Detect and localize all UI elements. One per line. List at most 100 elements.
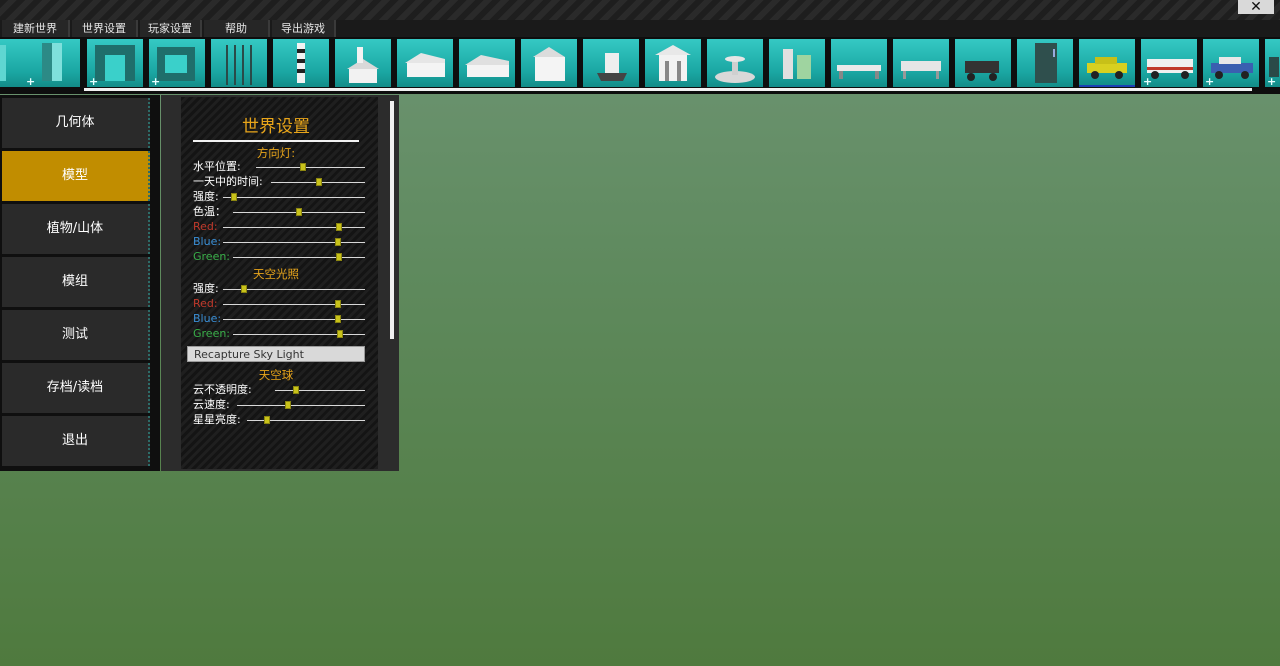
model-thumbnail[interactable] <box>397 39 453 87</box>
sl-red-slider-handle[interactable] <box>335 300 342 308</box>
category-exit[interactable]: 退出 <box>2 416 150 466</box>
model-thumbnail[interactable] <box>459 39 515 87</box>
category-plants-terrain[interactable]: 植物/山体 <box>2 204 150 254</box>
add-plus-icon: + <box>89 75 99 87</box>
category-test[interactable]: 测试 <box>2 310 150 360</box>
model-thumbnail[interactable]: + <box>1265 39 1280 87</box>
dl-horizontal-position-label: 水平位置: <box>193 160 241 173</box>
ss-cloud-opacity-label: 云不透明度: <box>193 383 252 396</box>
sl-blue-slider[interactable] <box>223 319 365 320</box>
model-thumbnail[interactable]: + <box>0 39 26 87</box>
menu-player-settings[interactable]: 玩家设置 <box>140 20 202 37</box>
model-thumbnail[interactable] <box>769 39 825 87</box>
ss-cloud-speed-slider[interactable] <box>237 405 365 406</box>
sl-green-label: Green: <box>193 327 231 340</box>
dl-time-of-day-slider-handle[interactable] <box>315 178 322 186</box>
dl-blue-slider[interactable] <box>223 242 365 243</box>
category-save-load[interactable]: 存档/读档 <box>2 363 150 413</box>
model-thumbnail[interactable] <box>893 39 949 87</box>
model-thumbnail[interactable] <box>831 39 887 87</box>
dl-horizontal-position-slider-handle[interactable] <box>299 163 306 171</box>
sl-intensity-slider-handle[interactable] <box>241 285 248 293</box>
menu-new-world[interactable]: 建新世界 <box>2 20 70 37</box>
model-thumbnail[interactable] <box>335 39 391 87</box>
model-thumbnail[interactable] <box>645 39 701 87</box>
house-icon <box>405 53 445 77</box>
sl-intensity-label: 强度: <box>193 282 219 295</box>
dl-green-slider[interactable] <box>233 257 365 258</box>
model-thumbnail[interactable] <box>707 39 763 87</box>
ss-star-brightness-slider-handle[interactable] <box>264 416 271 424</box>
menu-export-game[interactable]: 导出游戏 <box>272 20 336 37</box>
lighthouse-icon <box>297 43 305 83</box>
sl-green-slider[interactable] <box>233 334 365 335</box>
menu-world-settings[interactable]: 世界设置 <box>72 20 138 37</box>
dl-red-label: Red: <box>193 220 218 233</box>
settings-content: 世界设置 方向灯: 天空光照 Recapture Sky Light 天空球 水… <box>181 97 394 469</box>
model-thumbnail[interactable]: + <box>24 39 80 87</box>
sky-light-heading: 天空光照 <box>253 267 299 281</box>
ship-icon <box>597 53 627 81</box>
gazebo-icon <box>655 45 691 81</box>
ss-cloud-speed-slider-handle[interactable] <box>285 401 292 409</box>
dl-blue-slider-handle[interactable] <box>335 238 342 246</box>
menu-bar: 建新世界 世界设置 玩家设置 帮助 导出游戏 <box>0 20 1280 37</box>
model-thumbnail[interactable]: + <box>1203 39 1259 87</box>
fridge-icon <box>1035 43 1057 83</box>
sl-blue-label: Blue: <box>193 312 222 325</box>
dl-red-slider[interactable] <box>223 227 365 228</box>
ss-star-brightness-label: 星星亮度: <box>193 413 241 426</box>
cart-icon <box>965 61 999 81</box>
add-plus-icon: + <box>151 75 161 87</box>
sl-red-slider[interactable] <box>223 304 365 305</box>
shelf-icon <box>783 49 811 79</box>
model-thumbnail[interactable] <box>521 39 577 87</box>
ranch-house-icon <box>465 55 509 77</box>
directional-light-heading: 方向灯: <box>256 146 296 160</box>
panel-title: 世界设置 <box>242 117 310 137</box>
model-thumbnail[interactable] <box>1017 39 1073 87</box>
dl-green-label: Green: <box>193 250 231 263</box>
model-thumbnail[interactable] <box>273 39 329 87</box>
sl-blue-slider-handle[interactable] <box>335 315 342 323</box>
add-plus-icon: + <box>1205 75 1215 87</box>
strip-scrollbar[interactable] <box>84 88 1252 91</box>
ss-cloud-speed-label: 云速度: <box>193 398 230 411</box>
model-thumbnail[interactable] <box>583 39 639 87</box>
dl-color-temperature-slider-handle[interactable] <box>296 208 302 216</box>
bench-icon <box>837 65 881 79</box>
title-divider <box>193 140 359 142</box>
dl-time-of-day-label: 一天中的时间: <box>193 175 263 188</box>
model-thumbnail[interactable]: + <box>1141 39 1197 87</box>
recapture-sky-light-button[interactable]: Recapture Sky Light <box>187 346 365 362</box>
two-story-house-icon <box>533 47 565 81</box>
menu-help[interactable]: 帮助 <box>204 20 270 37</box>
model-thumbnail[interactable] <box>955 39 1011 87</box>
category-geometry[interactable]: 几何体 <box>2 98 150 148</box>
dl-red-slider-handle[interactable] <box>336 223 343 231</box>
dl-horizontal-position-slider[interactable] <box>256 167 365 168</box>
panel-scrollbar[interactable] <box>390 101 394 339</box>
close-button[interactable]: ✕ <box>1238 0 1274 14</box>
fence-poles-icon <box>226 45 252 85</box>
model-thumbnail[interactable]: + <box>149 39 205 87</box>
dl-intensity-slider-handle[interactable] <box>231 193 238 201</box>
dl-blue-label: Blue: <box>193 235 222 248</box>
model-thumbnail[interactable] <box>1079 39 1135 87</box>
table-icon <box>901 61 941 79</box>
dl-color-temperature-label: 色温： <box>193 205 226 218</box>
category-mods[interactable]: 模组 <box>2 257 150 307</box>
add-plus-icon: + <box>26 75 36 87</box>
model-thumbnail[interactable]: + <box>87 39 143 87</box>
dl-intensity-slider[interactable] <box>223 197 365 198</box>
add-plus-icon: + <box>1143 75 1153 87</box>
model-thumbnail-strip: +++++++ <box>0 37 1280 94</box>
model-thumbnail[interactable] <box>211 39 267 87</box>
dl-green-slider-handle[interactable] <box>335 253 342 261</box>
category-models[interactable]: 模型 <box>2 151 150 201</box>
ss-cloud-opacity-slider-handle[interactable] <box>292 386 299 394</box>
sl-green-slider-handle[interactable] <box>336 330 343 338</box>
title-bar: ✕ <box>0 0 1280 20</box>
category-menu: 几何体 模型 植物/山体 模组 测试 存档/读档 退出 <box>0 95 160 471</box>
ss-cloud-opacity-slider[interactable] <box>275 390 365 391</box>
